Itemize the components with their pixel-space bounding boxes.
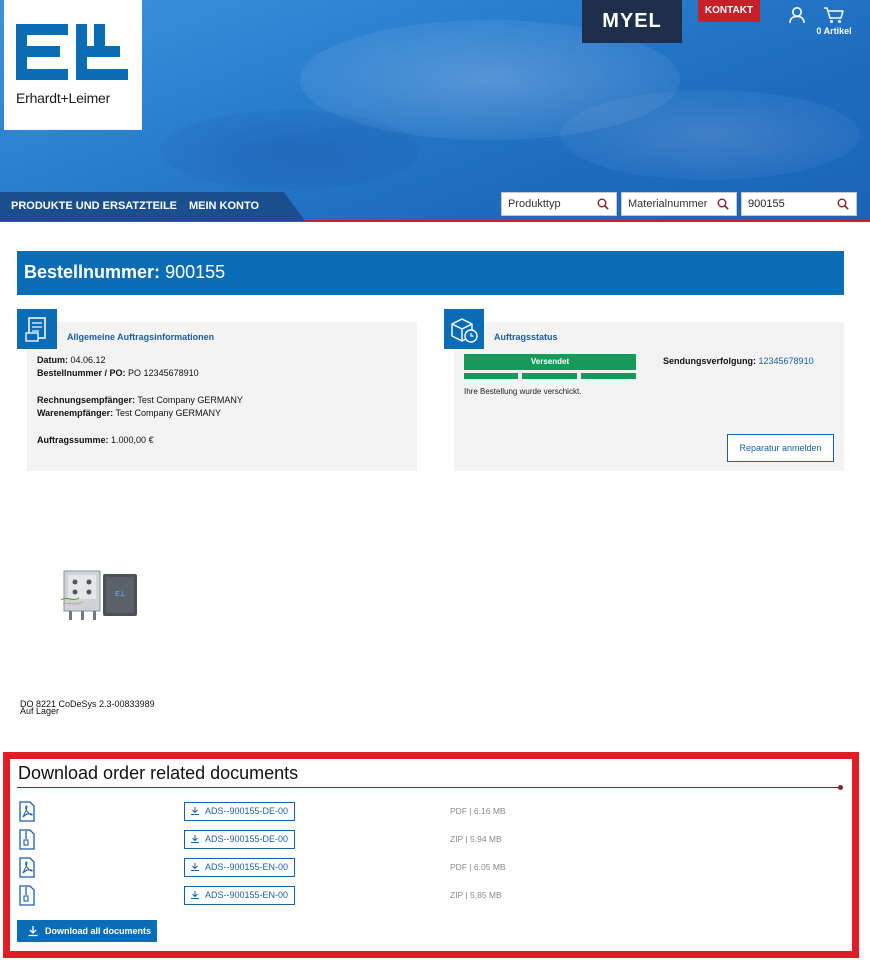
divider-dot (838, 785, 843, 790)
zip-file-icon (19, 885, 35, 906)
nav-products[interactable]: PRODUKTE UND ERSATZTEILE (11, 200, 177, 212)
contact-button[interactable]: KONTAKT (698, 0, 760, 22)
user-icon[interactable] (788, 6, 806, 24)
downloads-title: Download order related documents (18, 763, 299, 783)
search-icon[interactable] (597, 198, 609, 210)
goods-recipient: Warenempfänger: Test Company GERMANY (37, 408, 222, 418)
cart-icon[interactable] (823, 6, 845, 24)
download-document-button[interactable]: ADS--900155-EN-00 (184, 886, 295, 905)
document-row: ADS--900155-EN-00 ZIP | 5.85 MB (17, 884, 847, 908)
cart-count[interactable]: 0 Artikel (812, 26, 856, 36)
document-row: ADS--900155-EN-00 PDF | 6.05 MB (17, 856, 847, 880)
zip-file-icon (19, 829, 35, 850)
status-badge: Versendet (464, 354, 636, 370)
material-number-search (621, 192, 737, 216)
download-document-button[interactable]: ADS--900155-EN-00 (184, 858, 295, 877)
order-date: Datum: 04.06.12 (37, 355, 106, 365)
brand-logo[interactable]: Erhardt+Leimer (4, 0, 142, 130)
register-repair-button[interactable]: Reparatur anmelden (727, 434, 834, 462)
stock-status: Auf Lager (20, 706, 60, 716)
download-icon (28, 926, 38, 937)
product-image[interactable]: E⊥ (55, 566, 143, 624)
pdf-file-icon (19, 801, 35, 822)
myel-button[interactable]: MYEL (582, 0, 682, 43)
tracking-link[interactable]: 12345678910 (759, 356, 814, 366)
download-all-button[interactable]: Download all documents (17, 920, 157, 942)
svg-text:E⊥: E⊥ (115, 590, 126, 598)
status-message: Ihre Bestellung wurde verschickt. (464, 387, 582, 396)
order-status-heading: Auftragsstatus (494, 332, 558, 342)
download-document-button[interactable]: ADS--900155-DE-00 (184, 802, 295, 821)
document-meta: PDF | 6.05 MB (450, 862, 506, 872)
order-title-bar: Bestellnummer: 900155 (17, 251, 844, 295)
package-clock-icon (444, 309, 484, 349)
downloads-divider (17, 787, 839, 788)
document-meta: PDF | 6.16 MB (450, 806, 506, 816)
purchase-order: Bestellnummer / PO: PO 12345678910 (37, 368, 199, 378)
document-row: ADS--900155-DE-00 ZIP | 5.94 MB (17, 828, 847, 852)
order-total: Auftragssumme: 1.000,00 € (37, 435, 154, 445)
status-step (581, 373, 636, 379)
document-meta: ZIP | 5.85 MB (450, 890, 502, 900)
product-type-search (501, 192, 617, 216)
order-number-search (741, 192, 857, 216)
search-icon[interactable] (837, 198, 849, 210)
document-icon (17, 309, 57, 349)
brand-name: Erhardt+Leimer (16, 90, 111, 106)
general-info-heading: Allgemeine Auftragsinformationen (67, 332, 215, 342)
status-step (464, 373, 518, 379)
pdf-file-icon (19, 857, 35, 878)
download-document-button[interactable]: ADS--900155-DE-00 (184, 830, 295, 849)
invoice-recipient: Rechnungsempfänger: Test Company GERMANY (37, 395, 243, 405)
tracking-info: Sendungsverfolgung: 12345678910 (663, 356, 814, 366)
document-meta: ZIP | 5.94 MB (450, 834, 502, 844)
search-icon[interactable] (717, 198, 729, 210)
status-step (522, 373, 577, 379)
document-row: ADS--900155-DE-00 PDF | 6.16 MB (17, 800, 847, 824)
page-title: Bestellnummer: 900155 (24, 262, 226, 282)
el-logo-icon (16, 24, 128, 80)
nav-my-account[interactable]: MEIN KONTO (189, 200, 259, 212)
